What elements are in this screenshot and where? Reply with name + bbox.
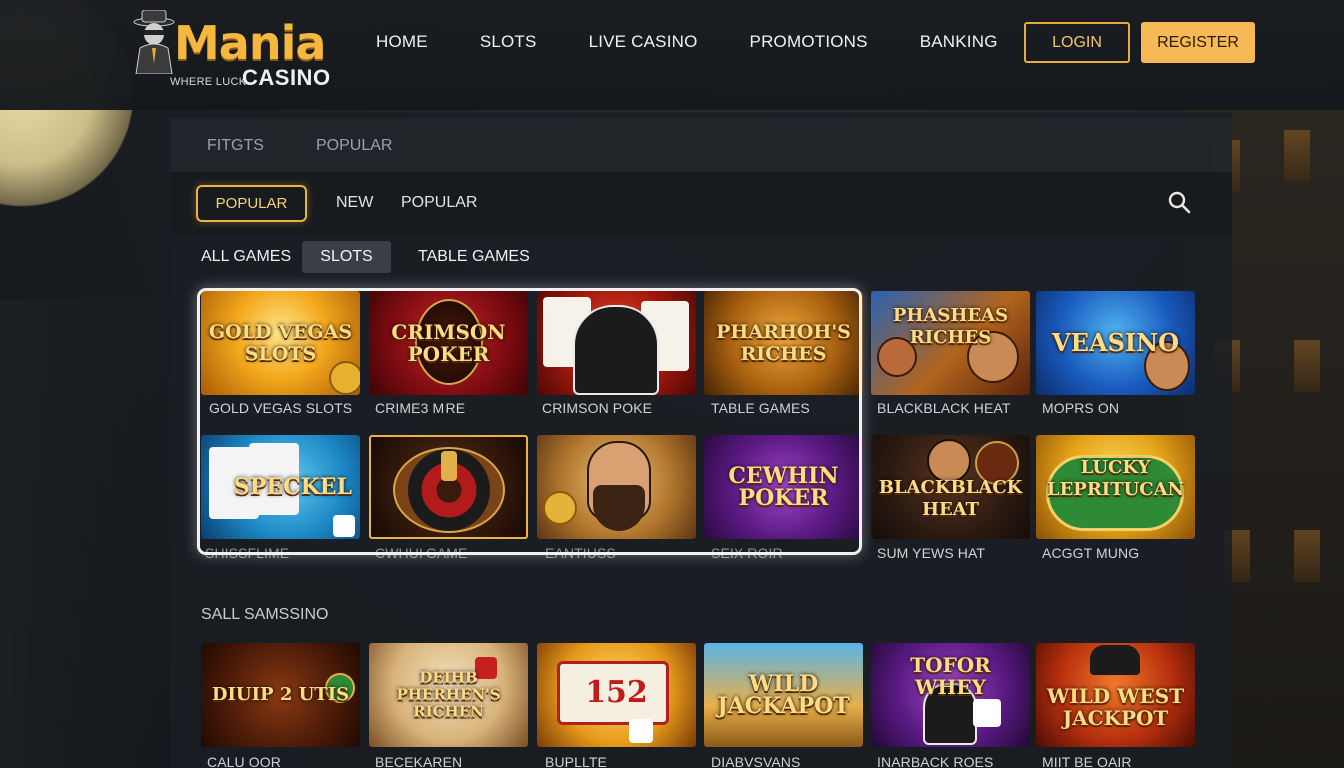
register-button[interactable]: REGISTER	[1141, 22, 1255, 63]
game-tile-crimson-poke[interactable]	[537, 291, 696, 395]
gangster-icon	[133, 10, 175, 74]
game-caption: DIABVSVANS	[711, 754, 801, 768]
game-caption: EANTIUSS	[545, 545, 616, 561]
game-tile-veasino[interactable]: VEASINO	[1036, 291, 1195, 395]
game-title-art: 152	[585, 674, 648, 710]
game-caption: SHISSFLIME	[205, 545, 290, 561]
game-tile-speckel[interactable]: SPECKEL	[201, 435, 360, 539]
login-button[interactable]: LOGIN	[1024, 22, 1130, 63]
site-logo[interactable]: Mania WHERE LUCK CASINO	[122, 2, 332, 94]
game-tile-pharhohs-riches[interactable]: PHARHOH'S RICHES	[704, 291, 863, 395]
game-tile-crimson-poker[interactable]: CRIMSON POKER	[369, 291, 528, 395]
filter-popular-active[interactable]: POPULAR	[196, 185, 307, 222]
game-title-art: CRIMSON POKER	[391, 320, 506, 366]
game-tile-wild-west-jackpot[interactable]: WILD WEST JACKPOT	[1036, 643, 1195, 747]
tab-fitgts[interactable]: FITGTS	[207, 137, 264, 155]
game-tile-pherhens-richen[interactable]: DEIHB PHERHEN'S RICHEN	[369, 643, 528, 747]
game-tile-diuip-utis[interactable]: DIUIP 2 UTIS	[201, 643, 360, 747]
game-title-art: TOFOR WHEY	[910, 653, 991, 700]
brand-tagline: WHERE LUCK	[170, 76, 247, 88]
top-tab-bar: FITGTS POPULAR	[170, 118, 1232, 172]
game-title-art: CEWHIN POKER	[728, 463, 839, 511]
game-title-art: WILD JACKAPOT	[717, 671, 850, 719]
brand-name: Mania	[174, 16, 326, 70]
game-tile-blackblack-heat[interactable]: BLACKBLACK HEAT	[871, 435, 1030, 539]
game-title-art: DEIHB PHERHEN'S RICHEN	[396, 668, 501, 721]
category-table-games[interactable]: TABLE GAMES	[418, 248, 530, 266]
game-tile-tofor-whey[interactable]: TOFOR WHEY	[871, 643, 1030, 747]
game-title-art: PHASHEAS RICHES	[892, 305, 1009, 349]
game-tile-cewhin-poker[interactable]: CEWHIN POKER	[704, 435, 863, 539]
main-nav: HOME SLOTS LIVE CASINO PROMOTIONS BANKIN…	[376, 32, 1050, 52]
game-tile-152-slots[interactable]: 152	[537, 643, 696, 747]
game-tile-phasheas-riches[interactable]: PHASHEAS RICHES	[871, 291, 1030, 395]
game-title-art: SPECKEL	[233, 474, 352, 500]
game-title-art: BLACKBLACK HEAT	[878, 477, 1023, 521]
game-caption: BECEKAREN	[375, 754, 463, 768]
nav-promotions[interactable]: PROMOTIONS	[750, 32, 868, 52]
game-tile-gambler[interactable]	[537, 435, 696, 539]
game-caption: CALU OOR	[207, 754, 281, 768]
game-caption: MOPRS ON	[1042, 400, 1120, 416]
game-title-art: VEASINO	[1052, 328, 1179, 357]
game-caption: ACGGT MUNG	[1042, 545, 1140, 561]
game-caption: SEIX ROIR	[711, 545, 783, 561]
site-header: Mania WHERE LUCK CASINO HOME SLOTS LIVE …	[0, 0, 1344, 110]
tab-popular[interactable]: POPULAR	[316, 137, 392, 155]
nav-banking[interactable]: BANKING	[920, 32, 998, 52]
nav-home[interactable]: HOME	[376, 32, 428, 52]
game-caption: MIIT BE OAIR	[1042, 754, 1132, 768]
game-title-art: GOLD VEGAS SLOTS	[208, 321, 353, 365]
search-icon[interactable]	[1167, 190, 1191, 214]
brand-sub: CASINO	[242, 65, 331, 90]
game-title-art: PHARHOH'S RICHES	[716, 321, 851, 365]
game-caption: SUM YEWS HAT	[877, 545, 986, 561]
filter-bar	[170, 172, 1232, 234]
game-caption: CWHUI GAME	[375, 545, 468, 561]
game-title-art: WILD WEST JACKPOT	[1046, 684, 1185, 731]
game-tile-gold-vegas[interactable]: GOLD VEGAS SLOTS	[201, 291, 360, 395]
game-caption: INARBACK ROES	[877, 754, 994, 768]
nav-live-casino[interactable]: LIVE CASINO	[589, 32, 698, 52]
game-caption: BLACKBLACK HEAT	[877, 400, 1011, 416]
section-title: SALL SAMSSINO	[201, 606, 329, 623]
game-caption: CRIMSON POKE	[542, 400, 653, 416]
filter-new[interactable]: NEW	[336, 194, 373, 212]
game-title-art: LUCKY LEPRITUCAN	[1046, 456, 1185, 500]
game-title-art: DIUIP 2 UTIS	[211, 684, 350, 705]
nav-slots[interactable]: SLOTS	[480, 32, 537, 52]
game-tile-lucky-leprechaun[interactable]: LUCKY LEPRITUCAN	[1036, 435, 1195, 539]
game-tile-roulette[interactable]	[369, 435, 528, 539]
game-caption: GOLD VEGAS SLOTS	[209, 400, 353, 416]
game-caption: BUPLLTE	[545, 754, 607, 768]
game-caption: TABLE GAMES	[711, 400, 810, 416]
category-slots-active[interactable]: SLOTS	[302, 241, 391, 273]
category-all-games[interactable]: ALL GAMES	[201, 248, 291, 266]
game-caption: CRIME3 M RE	[375, 400, 466, 416]
game-tile-wild-jackapot[interactable]: WILD JACKAPOT	[704, 643, 863, 747]
filter-popular[interactable]: POPULAR	[401, 194, 477, 212]
